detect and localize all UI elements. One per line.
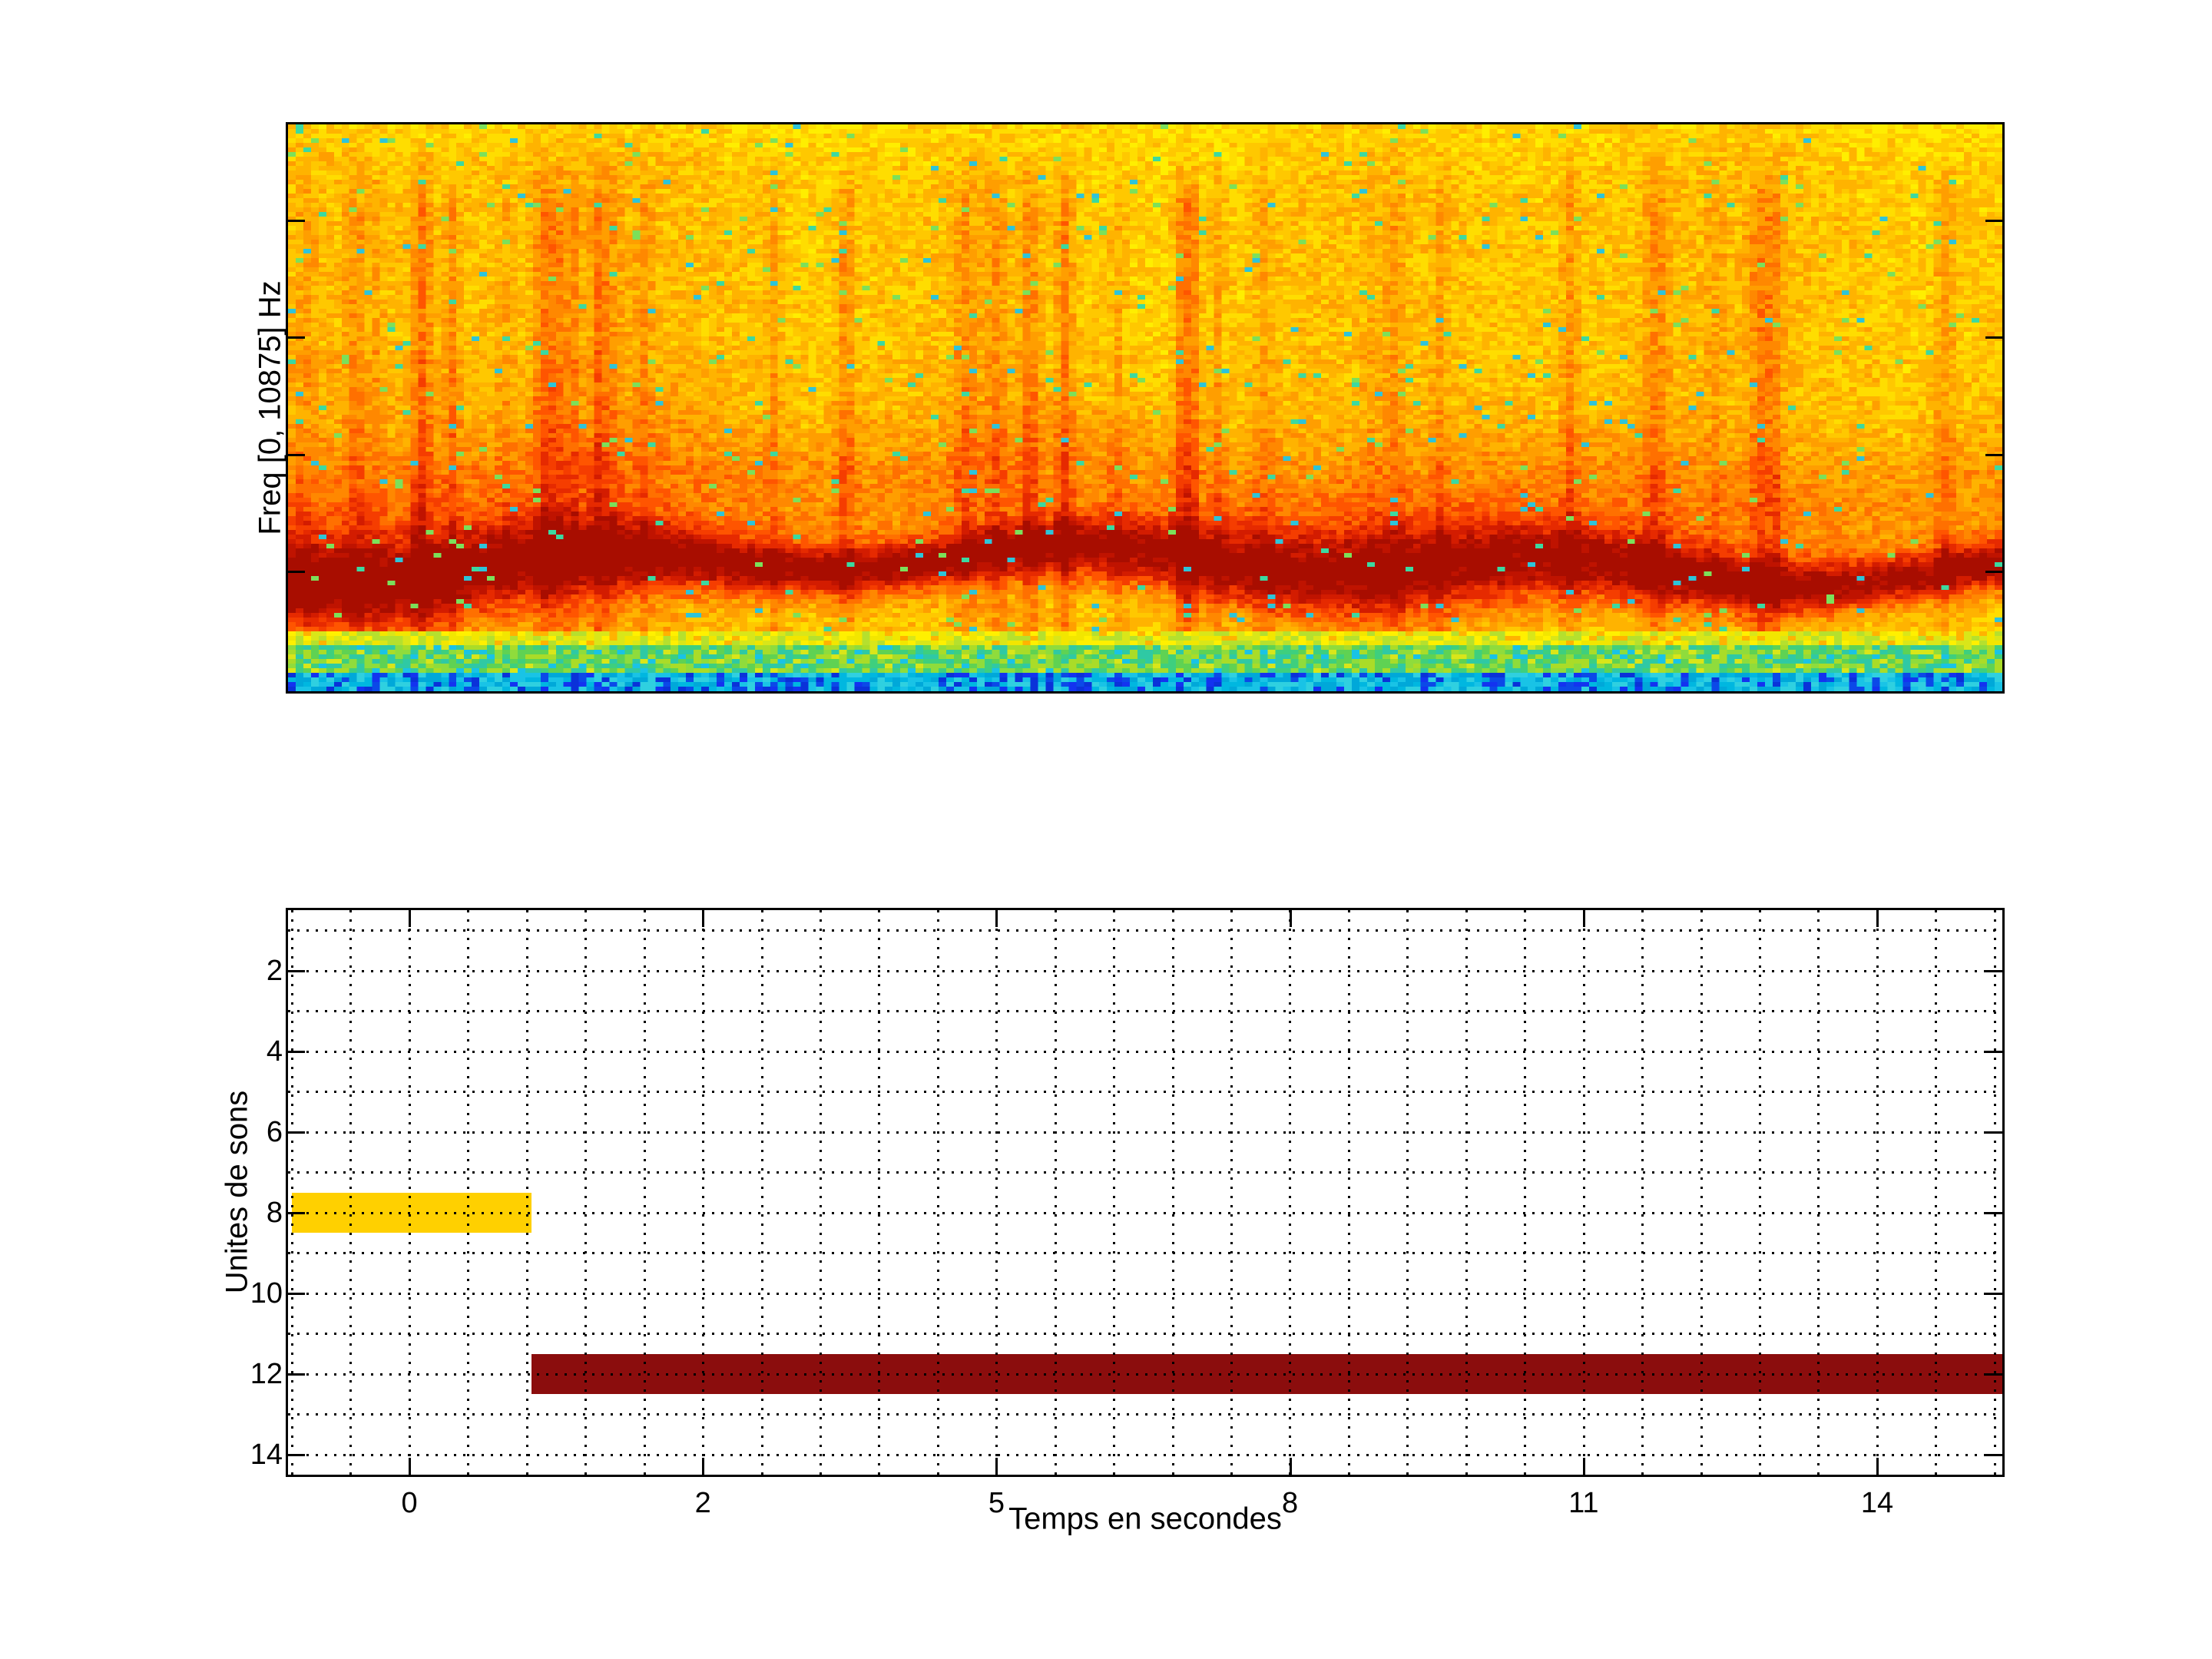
- grid-line-h: [288, 1252, 2002, 1255]
- grid-line-h: [288, 1413, 2002, 1416]
- spec-y-tick-left: [288, 570, 305, 573]
- y-tick-left: [288, 1131, 305, 1134]
- x-tick-top: [409, 910, 412, 927]
- y-tick-left: [288, 1050, 305, 1053]
- y-tick-label: 14: [250, 1438, 283, 1471]
- grid-line-v: [584, 910, 588, 1475]
- x-tick-bottom: [1289, 1458, 1292, 1475]
- grid-line-v: [1935, 910, 1938, 1475]
- grid-line-v: [702, 910, 705, 1475]
- spectrogram-plot: [286, 122, 2005, 694]
- y-tick-right: [1985, 1373, 2002, 1376]
- x-tick-label: 8: [1282, 1487, 1299, 1519]
- grid-line-h: [288, 1373, 2002, 1376]
- spec-y-tick-right: [1985, 453, 2002, 456]
- bar-plot: [286, 908, 2005, 1477]
- grid-line-h: [288, 1333, 2002, 1336]
- grid-line-h: [288, 929, 2002, 932]
- grid-line-h: [288, 1292, 2002, 1295]
- grid-line-v: [936, 910, 939, 1475]
- y-tick-right: [1985, 1050, 2002, 1053]
- grid-line-v: [1113, 910, 1116, 1475]
- y-tick-label: 6: [266, 1115, 283, 1148]
- x-tick-bottom: [1582, 1458, 1585, 1475]
- grid-line-h: [288, 1091, 2002, 1094]
- grid-line-v: [1054, 910, 1057, 1475]
- top-y-axis-label: Freq [0, 10875] Hz: [253, 280, 287, 535]
- grid-line-v: [878, 910, 881, 1475]
- grid-line-h: [288, 1453, 2002, 1456]
- grid-line-v: [1406, 910, 1409, 1475]
- y-tick-right: [1985, 1292, 2002, 1295]
- x-tick-top: [1582, 910, 1585, 927]
- grid-line-v: [1641, 910, 1644, 1475]
- grid-line-v: [1347, 910, 1350, 1475]
- x-tick-bottom: [1876, 1458, 1879, 1475]
- spec-y-tick-left: [288, 220, 305, 223]
- grid-line-v: [1700, 910, 1703, 1475]
- grid-line-h: [288, 1131, 2002, 1134]
- grid-line-h: [288, 1211, 2002, 1214]
- grid-line-v: [1230, 910, 1233, 1475]
- y-tick-label: 8: [266, 1196, 283, 1229]
- grid-line-v: [1582, 910, 1585, 1475]
- y-tick-label: 12: [250, 1357, 283, 1390]
- y-tick-label: 2: [266, 954, 283, 987]
- spec-y-tick-left: [288, 453, 305, 456]
- x-tick-bottom: [409, 1458, 412, 1475]
- grid-line-v: [760, 910, 763, 1475]
- x-tick-top: [995, 910, 998, 927]
- x-tick-label: 11: [1568, 1487, 1599, 1519]
- grid-line-v: [1171, 910, 1174, 1475]
- y-tick-label: 4: [266, 1035, 283, 1068]
- y-tick-right: [1985, 1453, 2002, 1456]
- grid-line-v: [1524, 910, 1527, 1475]
- x-tick-label: 5: [988, 1487, 1005, 1519]
- grid-line-v: [819, 910, 822, 1475]
- y-tick-label: 10: [250, 1277, 283, 1310]
- x-tick-top: [1876, 910, 1879, 927]
- x-tick-bottom: [702, 1458, 705, 1475]
- grid-line-v: [1817, 910, 1820, 1475]
- y-tick-left: [288, 1292, 305, 1295]
- y-tick-left: [288, 1211, 305, 1214]
- grid-line-v: [1289, 910, 1292, 1475]
- x-tick-top: [1289, 910, 1292, 927]
- grid-line-v: [525, 910, 528, 1475]
- spec-y-tick-right: [1985, 220, 2002, 223]
- spec-y-tick-right: [1985, 336, 2002, 339]
- grid-line-h: [288, 1050, 2002, 1053]
- spectrogram-tick-layer: [288, 124, 2002, 691]
- grid-line-v: [995, 910, 998, 1475]
- grid-line-h: [288, 1010, 2002, 1013]
- x-tick-label: 0: [401, 1487, 418, 1519]
- y-tick-right: [1985, 1211, 2002, 1214]
- y-tick-right: [1985, 969, 2002, 972]
- grid-line-v: [1993, 910, 1996, 1475]
- grid-line-h: [288, 969, 2002, 972]
- grid-line-v: [643, 910, 646, 1475]
- grid-line-h: [288, 1171, 2002, 1174]
- spec-y-tick-left: [288, 336, 305, 339]
- y-tick-left: [288, 1453, 305, 1456]
- x-tick-label: 14: [1860, 1487, 1894, 1519]
- grid-line-v: [1758, 910, 1761, 1475]
- figure-canvas: Freq [0, 10875] Hz Unites de sons Temps …: [0, 0, 2212, 1659]
- spec-y-tick-right: [1985, 570, 2002, 573]
- grid-line-v: [1465, 910, 1468, 1475]
- grid-line-v: [1876, 910, 1879, 1475]
- y-tick-right: [1985, 1131, 2002, 1134]
- grid-line-v: [349, 910, 353, 1475]
- y-tick-left: [288, 1373, 305, 1376]
- x-tick-label: 2: [694, 1487, 711, 1519]
- y-tick-left: [288, 969, 305, 972]
- grid-line-v: [467, 910, 470, 1475]
- grid-line-v: [290, 910, 293, 1475]
- x-tick-bottom: [995, 1458, 998, 1475]
- x-tick-top: [702, 910, 705, 927]
- grid-line-v: [408, 910, 411, 1475]
